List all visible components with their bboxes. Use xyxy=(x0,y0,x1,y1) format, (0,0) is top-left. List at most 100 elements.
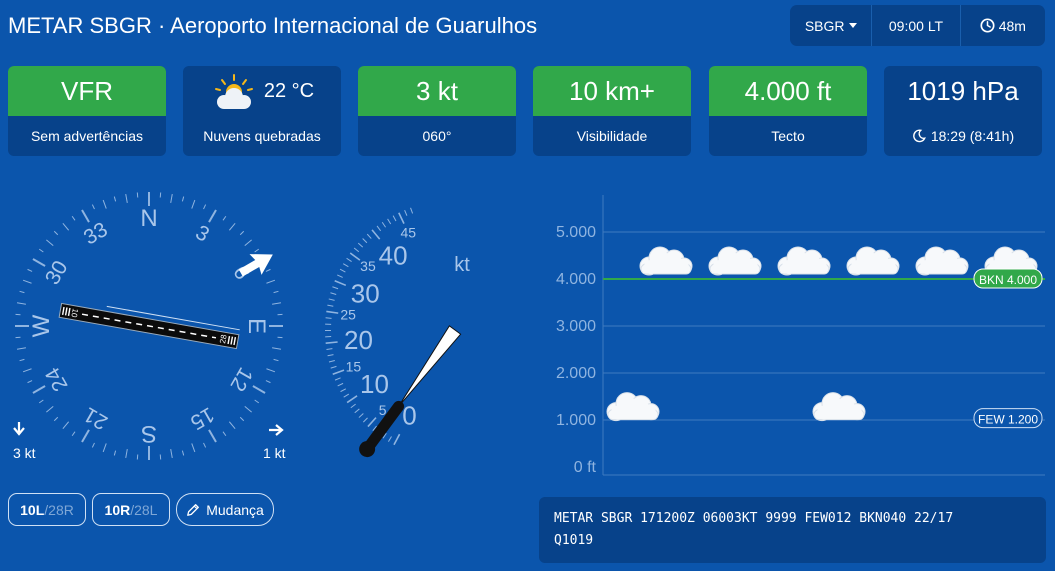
cloud-icon xyxy=(777,246,831,276)
compass-tick xyxy=(239,416,245,422)
chart-cloud-layers: BKN 4.000 FEW 1.200 xyxy=(603,246,1045,429)
gauge-tick xyxy=(343,393,350,398)
weather-summary: 22 °C xyxy=(183,66,341,116)
compass-tick xyxy=(81,209,90,223)
chart-y-tick-label: 0 ft xyxy=(574,459,597,476)
wind-speed-value: 3 kt xyxy=(358,66,516,116)
compass-tick xyxy=(81,429,90,443)
layer-label: FEW 1.200 xyxy=(978,413,1038,427)
gauge-major-label: 30 xyxy=(351,278,380,308)
page-title: METAR SBGR · Aeroporto Internacional de … xyxy=(8,13,538,38)
pencil-icon xyxy=(187,503,200,516)
compass-tick xyxy=(22,368,32,373)
gauge-tick xyxy=(328,360,335,363)
gauge-tick xyxy=(346,395,358,404)
compass-tick xyxy=(38,248,44,253)
change-button[interactable]: Mudança xyxy=(176,493,274,526)
cloud-icon xyxy=(915,246,969,276)
compass-tick xyxy=(228,421,236,429)
gauge-tick xyxy=(349,252,361,261)
gauge-tick xyxy=(327,304,334,307)
gauge-minor-label: 25 xyxy=(340,307,356,323)
gauge-tick xyxy=(376,225,382,232)
compass-tick xyxy=(244,405,252,413)
gauge-tick xyxy=(330,365,337,369)
gauge-tick xyxy=(357,242,364,248)
compass-label-12: 12 xyxy=(225,363,257,395)
compass-tick xyxy=(181,450,185,456)
cloud-icon xyxy=(606,392,660,422)
compass-tick xyxy=(125,193,128,203)
runway-active-label: 10L xyxy=(20,501,45,518)
compass-tick xyxy=(46,405,54,413)
cloud-icon xyxy=(846,246,900,276)
report-age-button[interactable]: 48m xyxy=(959,5,1045,46)
layer-label: BKN 4.000 xyxy=(979,273,1037,287)
compass-tick xyxy=(19,358,25,362)
runway-10L-28R-button[interactable]: 10L/28R xyxy=(8,493,86,526)
compass-label-24: 24 xyxy=(41,363,73,395)
compass-tick xyxy=(265,380,271,384)
gauge-tick xyxy=(358,413,364,418)
compass-tick xyxy=(265,268,271,272)
sunset-info: 18:29 (8:41h) xyxy=(884,116,1042,156)
gauge-tick xyxy=(342,263,349,268)
cloud-icon xyxy=(812,392,866,422)
compass-tick xyxy=(208,209,217,223)
compass-tick xyxy=(181,196,185,202)
crosswind-left-indicator: 3 kt xyxy=(13,422,36,461)
gauge-tick xyxy=(334,377,341,381)
temperature-value: 22 °C xyxy=(263,79,315,102)
gauge-minor-label: 35 xyxy=(360,258,376,274)
local-time-button[interactable]: 09:00 LT xyxy=(871,5,959,46)
gauge-minor-label: 45 xyxy=(401,225,417,241)
wind-direction-label: 060° xyxy=(422,128,452,144)
gauge-tick xyxy=(332,369,345,375)
gauge-tick xyxy=(371,229,381,240)
compass-tick xyxy=(102,443,107,453)
runway-active-label: 10R xyxy=(104,501,131,518)
cloud-layers-chart: 5.000 4.000 3.000 2.000 1.000 0 ft BKN 4.000 F… xyxy=(556,195,1045,476)
clock-icon xyxy=(980,18,995,33)
compass-tick xyxy=(125,449,128,459)
gauge-tick xyxy=(328,298,335,301)
gauge-tick xyxy=(326,310,339,314)
metar-line-2: Q1019 xyxy=(554,533,594,548)
gauge-tick xyxy=(330,292,337,295)
compass-tick xyxy=(113,196,117,202)
compass-tick xyxy=(32,258,46,267)
station-dropdown[interactable]: SBGR xyxy=(790,5,871,46)
compass-tick xyxy=(228,223,236,231)
compass-east-label: E xyxy=(243,318,270,334)
gauge-tick xyxy=(362,417,368,423)
gauge-tick xyxy=(398,212,405,224)
gauge-minor-label: 15 xyxy=(346,359,362,375)
compass-tick xyxy=(252,385,266,394)
compass-label-21: 21 xyxy=(80,402,112,434)
gauge-tick xyxy=(404,209,408,216)
compass-tick xyxy=(27,268,33,272)
gauge-tick xyxy=(392,215,397,222)
compass-north-label: N xyxy=(140,205,157,232)
topbar: SBGR 09:00 LT 48m xyxy=(790,5,1045,46)
cloud-icon xyxy=(708,246,762,276)
compass-tick xyxy=(170,449,173,459)
ceiling-label: Tecto xyxy=(771,128,805,144)
visibility-value: 10 km+ xyxy=(533,66,691,116)
compass-tick xyxy=(62,223,70,231)
compass-tick xyxy=(27,380,33,384)
wind-speed-gauge: 010203040515253545 kt xyxy=(324,207,470,458)
runway-10R-28L-button[interactable]: 10R/28L xyxy=(92,493,170,526)
compass-south-label: S xyxy=(141,420,157,447)
gauge-tick xyxy=(326,348,333,351)
compass-tick xyxy=(170,193,173,203)
compass-tick xyxy=(222,431,227,437)
gauge-major-label: 10 xyxy=(360,369,389,399)
gauge-tick xyxy=(327,354,334,357)
weather-card: 22 °C Nuvens quebradas xyxy=(183,66,341,156)
compass-west-label: W xyxy=(28,314,55,337)
compass-tick xyxy=(272,347,282,350)
compass-tick xyxy=(38,399,44,404)
compass-tick xyxy=(53,416,59,422)
compass-tick xyxy=(203,204,207,210)
